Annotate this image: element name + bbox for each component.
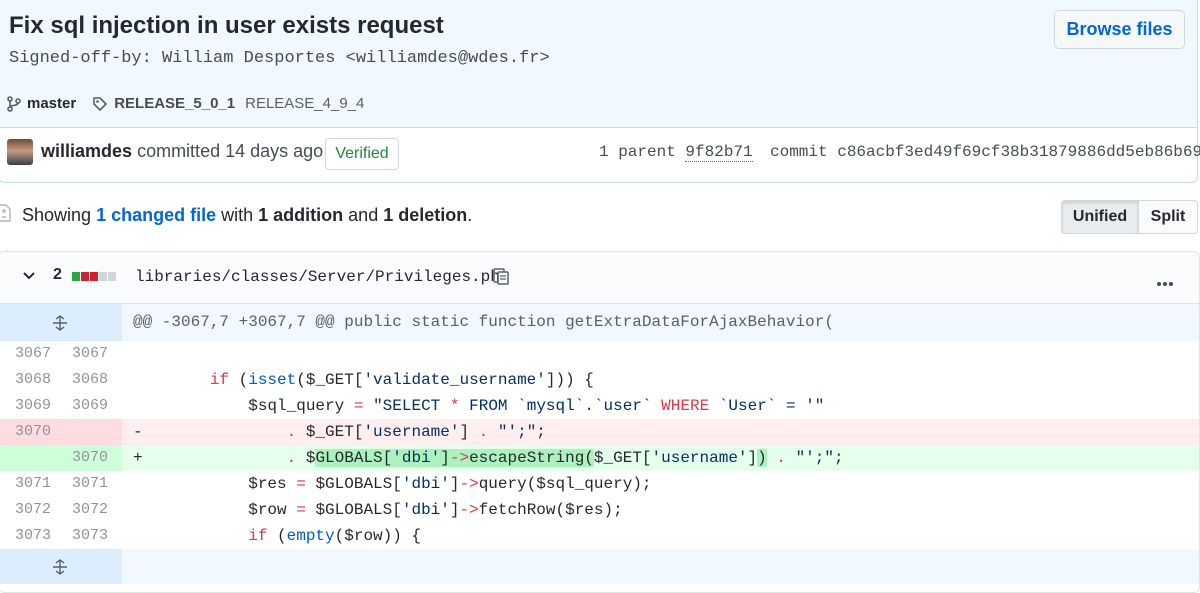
diff-line: 3071 3071 $res = $GLOBALS['dbi']->query(… xyxy=(0,471,1199,497)
diffstat-neutral-block xyxy=(99,272,107,281)
commit-summary-panel: Fix sql injection in user exists request… xyxy=(0,0,1197,128)
hunk-text: @@ -3067,7 +3067,7 @@ public static func… xyxy=(133,313,834,331)
unified-view-button[interactable]: Unified xyxy=(1061,200,1139,234)
diffstat-count: 2 xyxy=(53,266,62,283)
code-line: if (empty($row)) { xyxy=(248,527,422,545)
commit-sha: c86acbf3ed49f69cf38b31879886dd5eb86b6983 xyxy=(837,143,1200,161)
file-diff: 2 libraries/classes/Server/Privileges.ph… xyxy=(0,251,1200,593)
parent-label: 1 parent xyxy=(599,143,676,161)
parent-info: 1 parent 9f82b71 xyxy=(599,143,753,162)
hunk-header: @@ -3067,7 +3067,7 @@ public static func… xyxy=(0,304,1199,341)
commit-label: commit xyxy=(770,143,828,161)
diff-line: 3073 3073 if (empty($row)) { xyxy=(0,523,1199,549)
additions-count: 1 addition xyxy=(258,205,344,225)
summary-showing: Showing xyxy=(22,205,92,225)
deleted-line: 3070 - . $_GET['username'] . "';"; xyxy=(0,419,1199,445)
code-line: $row = $GLOBALS['dbi']->fetchRow($res); xyxy=(133,501,623,519)
diff-line: 3067 3067 xyxy=(0,341,1199,367)
diff-line: 3068 3068 if (isset($_GET['validate_user… xyxy=(0,367,1199,393)
file-header: 2 libraries/classes/Server/Privileges.ph… xyxy=(0,252,1199,304)
expand-row xyxy=(0,549,1199,584)
new-line-number[interactable]: 3067 xyxy=(56,341,108,367)
tag-icon xyxy=(92,96,108,112)
summary-period: . xyxy=(467,205,473,225)
code-line: $res = $GLOBALS['dbi']->query($sql_query… xyxy=(133,475,652,493)
new-line-number[interactable]: 3068 xyxy=(56,367,108,393)
diffstat-add-block xyxy=(72,272,80,281)
copy-icon[interactable] xyxy=(492,266,510,291)
changed-files-link[interactable]: 1 changed file xyxy=(96,205,216,225)
old-line-number[interactable]: 3072 xyxy=(0,497,51,523)
diffstat-bar xyxy=(72,272,116,281)
old-line-number[interactable]: 3067 xyxy=(0,341,51,367)
new-line-number[interactable]: 3073 xyxy=(56,523,108,549)
diff-line: 3069 3069 $sql_query = "SELECT * FROM `m… xyxy=(0,393,1199,419)
avatar[interactable] xyxy=(7,139,33,165)
added-line: 3070 + . $GLOBALS['dbi']->escapeString($… xyxy=(0,445,1199,471)
deletions-count: 1 deletion xyxy=(383,205,468,225)
code-line: if (isset($_GET['validate_username'])) { xyxy=(209,371,594,389)
new-line-number[interactable]: 3072 xyxy=(56,497,108,523)
commit-sha-info: commit c86acbf3ed49f69cf38b31879886dd5eb… xyxy=(770,143,1200,161)
old-line-number[interactable] xyxy=(0,445,51,471)
commit-refs: master RELEASE_5_0_1 RELEASE_4_9_4 xyxy=(7,95,364,112)
summary-and: and xyxy=(348,205,379,225)
author-row: williamdes committed 14 days ago Verifie… xyxy=(0,129,1200,179)
parent-sha-link[interactable]: 9f82b71 xyxy=(685,143,753,162)
old-line-number[interactable]: 3073 xyxy=(0,523,51,549)
old-line-number[interactable]: 3070 xyxy=(0,419,51,445)
split-view-button[interactable]: Split xyxy=(1139,200,1198,234)
diffstat-neutral-block xyxy=(108,272,116,281)
tag-release-4-9-4[interactable]: RELEASE_4_9_4 xyxy=(245,95,364,112)
diff-line: 3072 3072 $row = $GLOBALS['dbi']->fetchR… xyxy=(0,497,1199,523)
new-line-number[interactable] xyxy=(56,419,108,445)
new-line-number[interactable]: 3069 xyxy=(56,393,108,419)
code-line: $sql_query = "SELECT * FROM `mysql`.`use… xyxy=(133,397,825,415)
branch-icon xyxy=(7,95,21,112)
verified-badge[interactable]: Verified xyxy=(325,138,399,170)
code-line: . $_GET['username'] . "';"; xyxy=(286,423,546,441)
old-line-number[interactable]: 3071 xyxy=(0,471,51,497)
old-line-number[interactable]: 3069 xyxy=(0,393,51,419)
diffstat-del-block xyxy=(90,272,98,281)
new-line-number[interactable]: 3070 xyxy=(56,445,108,471)
browse-files-button[interactable]: Browse files xyxy=(1054,10,1185,49)
diff-view-toggle: Unified Split xyxy=(1061,200,1198,234)
commit-header: Fix sql injection in user exists request… xyxy=(0,0,1200,183)
commit-time: committed 14 days ago xyxy=(137,141,324,161)
tag-release-5-0-1[interactable]: RELEASE_5_0_1 xyxy=(114,95,235,112)
summary-with: with xyxy=(221,205,254,225)
diffstat-del-block xyxy=(81,272,89,281)
kebab-icon[interactable] xyxy=(1156,274,1174,292)
unfold-icon[interactable] xyxy=(51,559,69,580)
branch-name[interactable]: master xyxy=(27,95,76,112)
commit-description: Signed-off-by: William Desportes <willia… xyxy=(9,49,550,68)
new-line-number[interactable]: 3071 xyxy=(56,471,108,497)
file-diff-icon xyxy=(0,203,12,228)
chevron-down-icon[interactable] xyxy=(21,268,37,289)
author-name[interactable]: williamdes xyxy=(41,141,132,161)
code-line: . $GLOBALS['dbi']->escapeString($_GET['u… xyxy=(286,449,844,467)
file-path[interactable]: libraries/classes/Server/Privileges.php xyxy=(135,268,509,286)
unfold-icon[interactable] xyxy=(51,315,69,336)
author-line: williamdes committed 14 days ago xyxy=(41,141,323,162)
old-line-number[interactable]: 3068 xyxy=(0,367,51,393)
commit-title: Fix sql injection in user exists request xyxy=(9,12,444,39)
